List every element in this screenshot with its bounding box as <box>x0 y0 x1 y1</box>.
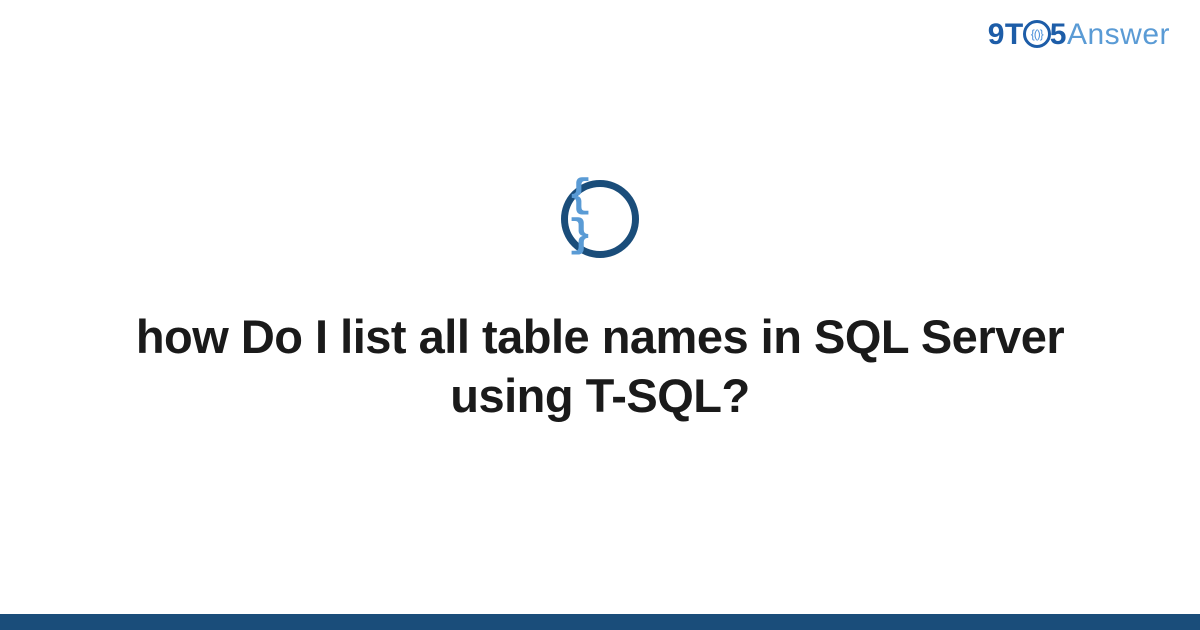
main-content: { } how Do I list all table names in SQL… <box>0 180 1200 426</box>
footer-accent-bar <box>0 614 1200 630</box>
logo-circle-icon: {()} <box>1023 20 1051 48</box>
logo-text-answer: Answer <box>1067 18 1170 51</box>
question-title: how Do I list all table names in SQL Ser… <box>100 308 1100 426</box>
braces-glyph: { } <box>568 177 632 257</box>
logo-text-5: 5 <box>1050 18 1067 51</box>
site-logo[interactable]: 9T {()} 5Answer <box>988 18 1170 52</box>
code-braces-icon: { } <box>561 180 639 258</box>
logo-text-9t: 9T <box>988 18 1024 51</box>
logo-circle-inner: {()} <box>1031 27 1043 41</box>
